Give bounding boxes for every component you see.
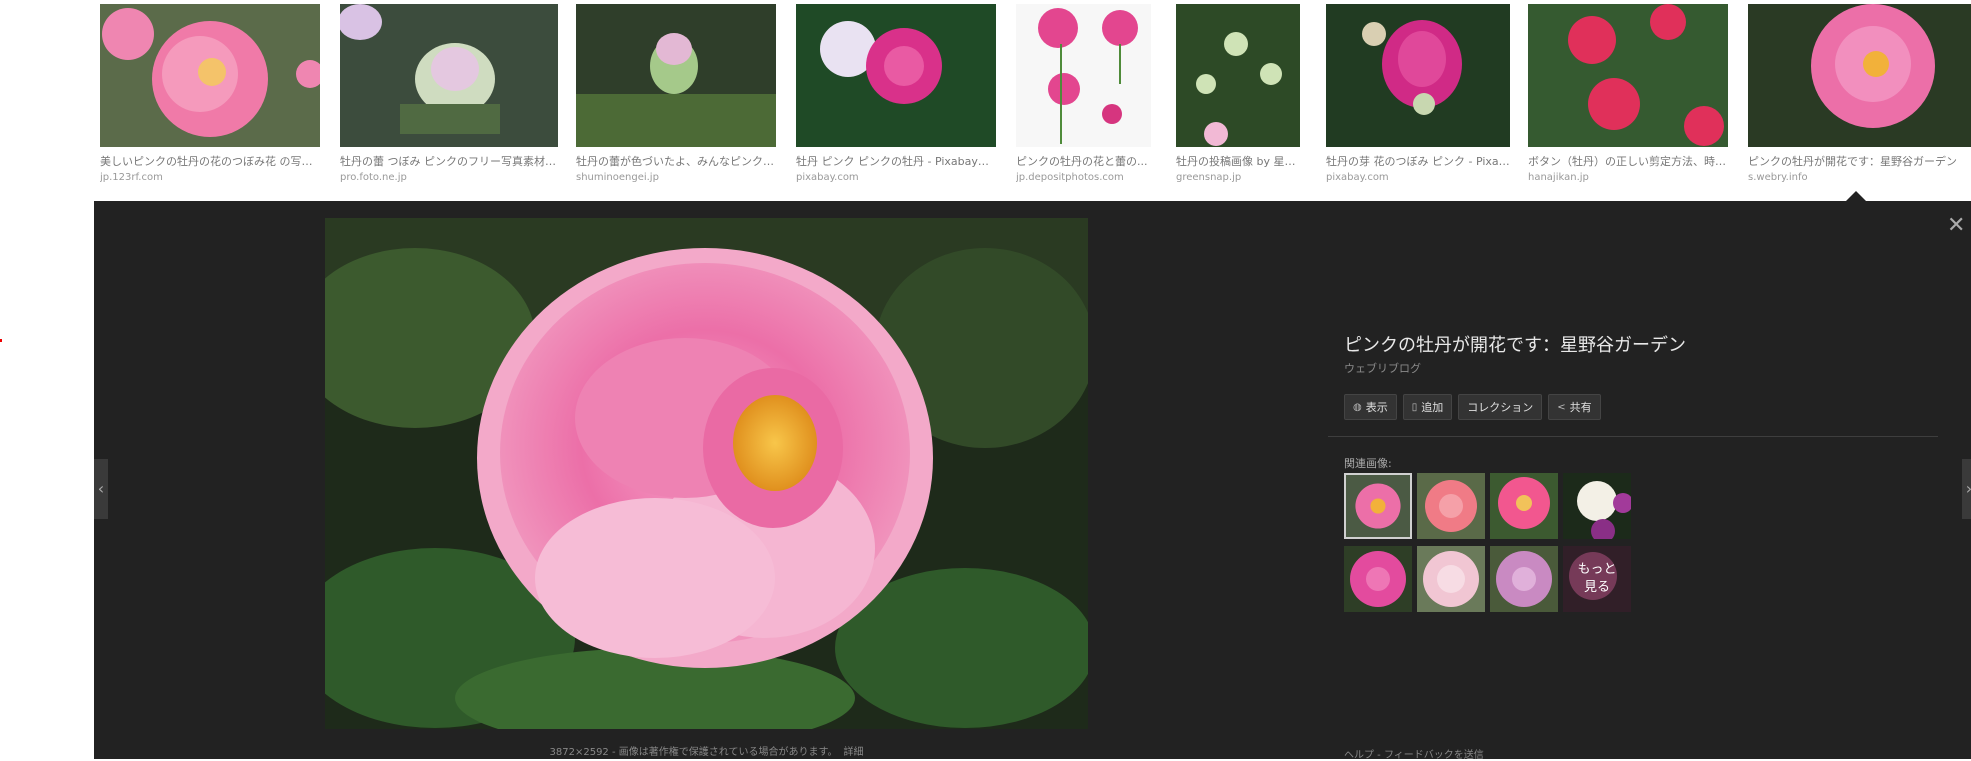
thumbnail-source: jp.123rf.com	[100, 172, 163, 183]
globe-icon: ◍	[1353, 401, 1362, 413]
image-meta: 3872×2592 - 画像は著作権で保護されている場合があります。 詳細	[325, 743, 1088, 758]
thumbnail-caption: 牡丹の蕾 つぼみ ピンクのフリー写真素材 無...	[340, 155, 558, 168]
thumbnail-image[interactable]	[1176, 4, 1300, 147]
thumbnail-image[interactable]	[796, 4, 996, 147]
thumbnail-image[interactable]	[1528, 4, 1728, 147]
thumbnail-caption: ピンクの牡丹が開花です：星野谷ガーデン	[1748, 155, 1957, 168]
save-button-label: 追加	[1421, 401, 1444, 414]
collection-button[interactable]: コレクション	[1458, 394, 1543, 420]
thumbnail-source: s.webry.info	[1748, 172, 1808, 183]
next-image-button[interactable]: ›	[1962, 459, 1971, 519]
thumbnail-image[interactable]	[340, 4, 558, 147]
action-buttons: ◍ 表示 ▯ 追加 コレクション < 共有	[1344, 394, 1944, 420]
thumbnail-source: greensnap.jp	[1176, 172, 1242, 183]
image-viewer-panel: ‹ › ✕	[94, 201, 1971, 761]
collection-button-label: コレクション	[1467, 401, 1534, 414]
thumbnail-caption: ボタン（牡丹）の正しい剪定方法、時期...	[1528, 155, 1728, 168]
thumbnail-image[interactable]	[1326, 4, 1510, 147]
main-image[interactable]	[325, 218, 1088, 729]
image-source-name: ウェブリブログ	[1344, 362, 1421, 375]
thumbnail-caption: ピンクの牡丹の花と蕾の...	[1016, 155, 1148, 168]
thumbnail-8[interactable]: ボタン（牡丹）の正しい剪定方法、時期... hanajikan.jp	[1528, 4, 1728, 183]
thumbnail-source: pro.foto.ne.jp	[340, 172, 407, 183]
thumbnail-1[interactable]: 美しいピンクの牡丹の花のつぼみ花 の写真... jp.123rf.com	[100, 4, 320, 183]
share-button[interactable]: < 共有	[1548, 394, 1601, 420]
thumbnail-caption: 牡丹 ピンク ピンクの牡丹 - Pixabayの...	[796, 155, 996, 168]
thumbnail-6[interactable]: 牡丹の投稿画像 by 星月さ... greensnap.jp	[1176, 4, 1300, 183]
thumbnail-2[interactable]: 牡丹の蕾 つぼみ ピンクのフリー写真素材 無... pro.foto.ne.jp	[340, 4, 558, 183]
related-image-1[interactable]	[1344, 473, 1412, 539]
thumbnail-image[interactable]	[100, 4, 320, 147]
thumbnail-source: pixabay.com	[1326, 172, 1389, 183]
view-button-label: 表示	[1365, 401, 1388, 414]
divider	[1328, 436, 1938, 437]
bookmark-icon: ▯	[1411, 401, 1418, 413]
thumbnail-caption: 牡丹の芽 花のつぼみ ピンク - Pixab...	[1326, 155, 1510, 168]
thumbnail-4[interactable]: 牡丹 ピンク ピンクの牡丹 - Pixabayの... pixabay.com	[796, 4, 996, 183]
image-title[interactable]: ピンクの牡丹が開花です：星野谷ガーデン	[1344, 334, 1944, 358]
related-image-3[interactable]	[1490, 473, 1558, 539]
thumbnail-9-selected[interactable]: ピンクの牡丹が開花です：星野谷ガーデン s.webry.info	[1748, 4, 1971, 183]
related-images-label: 関連画像:	[1344, 457, 1392, 470]
related-image-2[interactable]	[1417, 473, 1485, 539]
thumbnail-caption: 牡丹の蕾が色づいたよ、みんなピンク色...	[576, 155, 776, 168]
thumbnail-5[interactable]: ピンクの牡丹の花と蕾の... jp.depositphotos.com	[1016, 4, 1151, 183]
thumbnail-source: pixabay.com	[796, 172, 859, 183]
related-image-4[interactable]	[1563, 473, 1631, 539]
related-image-5[interactable]	[1344, 546, 1412, 612]
thumbnail-source: shuminoengei.jp	[576, 172, 659, 183]
thumbnail-7[interactable]: 牡丹の芽 花のつぼみ ピンク - Pixab... pixabay.com	[1326, 4, 1510, 183]
thumbnail-image[interactable]	[1748, 4, 1971, 147]
image-meta-text: 3872×2592 - 画像は著作権で保護されている場合があります。	[549, 747, 838, 758]
red-mark	[0, 339, 2, 342]
thumbnail-source: hanajikan.jp	[1528, 172, 1589, 183]
share-button-label: 共有	[1569, 401, 1592, 414]
thumbnail-3[interactable]: 牡丹の蕾が色づいたよ、みんなピンク色... shuminoengei.jp	[576, 4, 776, 183]
save-button[interactable]: ▯ 追加	[1402, 394, 1453, 420]
details-link[interactable]: 詳細	[843, 747, 863, 758]
selected-pointer	[1846, 191, 1866, 201]
thumbnail-strip: 美しいピンクの牡丹の花のつぼみ花 の写真... jp.123rf.com 牡丹の…	[100, 4, 1971, 199]
thumbnail-source: jp.depositphotos.com	[1016, 172, 1124, 183]
more-label-line-2: 見る	[1583, 580, 1610, 595]
related-image-6[interactable]	[1417, 546, 1485, 612]
thumbnail-image[interactable]	[576, 4, 776, 147]
more-label: もっと 見る	[1577, 561, 1616, 597]
thumbnail-image[interactable]	[1016, 4, 1151, 147]
view-button[interactable]: ◍ 表示	[1344, 394, 1397, 420]
close-icon[interactable]: ✕	[1947, 215, 1965, 237]
previous-image-button[interactable]: ‹	[94, 459, 108, 519]
share-icon: <	[1557, 401, 1566, 413]
related-image-more[interactable]: もっと 見る	[1563, 546, 1631, 612]
more-label-line-1: もっと	[1577, 562, 1617, 577]
thumbnail-caption: 美しいピンクの牡丹の花のつぼみ花 の写真...	[100, 155, 320, 168]
thumbnail-caption: 牡丹の投稿画像 by 星月さ...	[1176, 155, 1300, 168]
related-image-7[interactable]	[1490, 546, 1558, 612]
more-overlay[interactable]: もっと 見る	[1563, 546, 1631, 612]
image-info: ピンクの牡丹が開花です：星野谷ガーデン ウェブリブログ ◍ 表示 ▯ 追加 コレ…	[1344, 334, 1944, 420]
